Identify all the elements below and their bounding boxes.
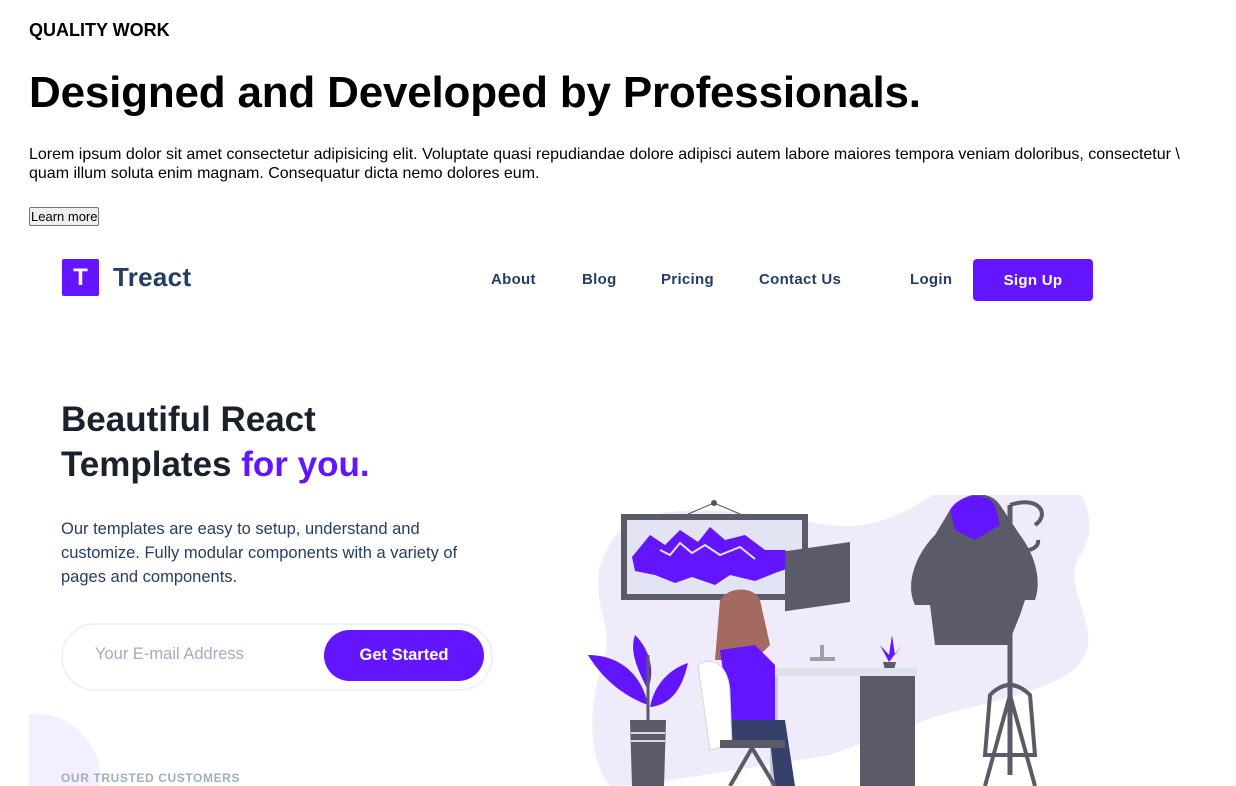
section-heading: Designed and Developed by Professionals. — [29, 68, 921, 117]
nav-contact-us[interactable]: Contact Us — [759, 271, 841, 288]
email-signup-form: Get Started — [61, 623, 493, 691]
hero-title-line1: Beautiful React — [61, 400, 316, 439]
woman-at-desk-illustration — [588, 495, 1090, 786]
brand-name: Treact — [113, 262, 192, 292]
section-eyebrow: QUALITY WORK — [29, 20, 170, 40]
trusted-customers-label: OUR TRUSTED CUSTOMERS — [61, 771, 241, 785]
login-link[interactable]: Login — [910, 271, 952, 288]
letter-t-logo-icon: T — [62, 259, 99, 296]
section-paragraph: Lorem ipsum dolor sit amet consectetur a… — [29, 146, 1180, 182]
nav-pricing[interactable]: Pricing — [661, 271, 714, 288]
landing-page: T Treact About Blog Pricing Contact Us L… — [0, 240, 1236, 786]
hero-description: Our templates are easy to setup, underst… — [61, 520, 458, 586]
email-input[interactable] — [95, 645, 315, 664]
hero-title-accent: for you. — [241, 445, 370, 484]
sign-up-button[interactable]: Sign Up — [973, 259, 1093, 301]
get-started-button[interactable]: Get Started — [324, 630, 484, 681]
nav-blog[interactable]: Blog — [582, 271, 617, 288]
nav-about[interactable]: About — [491, 271, 536, 288]
hero-title: Beautiful React Templates for you. — [61, 397, 370, 487]
learn-more-button[interactable]: Learn more — [29, 207, 100, 226]
hero-title-line2: Templates — [61, 445, 232, 484]
brand-logo[interactable]: T Treact — [62, 259, 191, 296]
